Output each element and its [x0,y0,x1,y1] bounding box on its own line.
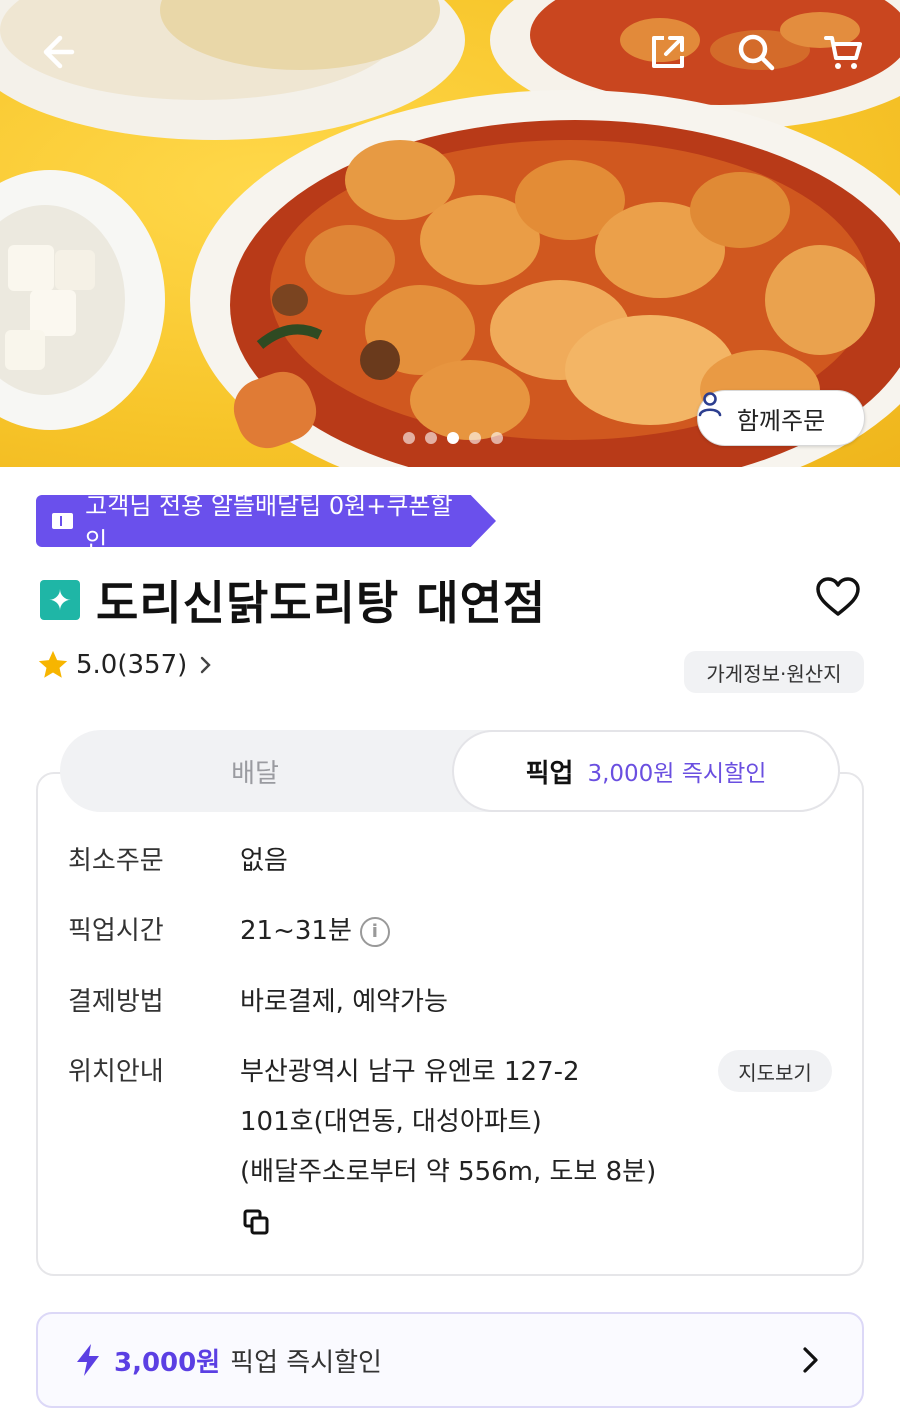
sparkle-badge-icon: ✦ [40,580,80,620]
pickup-time-value-wrap: 21~31분 i [240,906,390,956]
location-value: 부산광역시 남구 유엔로 127-2 101호(대연동, 대성아파트) (배달주… [240,1047,656,1197]
tab-pickup-label: 픽업 [525,758,574,789]
carousel-dot [469,432,481,444]
store-name: 도리신닭도리탕 대연점 [96,576,547,630]
pickup-time-value: 21~31분 [240,916,352,946]
hero-image: 함께주문 [0,0,900,467]
min-order-row: 최소주문 없음 [68,836,288,886]
cart-button[interactable] [816,24,872,80]
promo-text: 픽업 즉시할인 [230,1347,382,1378]
together-order-button[interactable]: 함께주문 [697,390,865,446]
search-icon [738,34,775,71]
location-row: 위치안내 부산광역시 남구 유엔로 127-2 101호(대연동, 대성아파트)… [68,1047,656,1197]
carousel-indicator [403,432,503,444]
order-type-tabs: 배달 픽업 3,000원 즉시할인 [60,730,840,812]
address-line2: 101호(대연동, 대성아파트) [240,1107,542,1137]
chevron-right-icon [201,656,211,674]
coupon-banner-text: 고객님 전용 알뜰배달팁 0원+쿠폰할인 [85,492,453,555]
cart-icon [824,36,862,69]
carousel-dot [425,432,437,444]
min-order-label: 최소주문 [68,846,164,876]
store-title-row: ✦ 도리신닭도리탕 대연점 [40,565,870,635]
store-info-button[interactable]: 가게정보·원산지 [684,651,864,693]
map-view-button[interactable]: 지도보기 [718,1050,832,1092]
tab-delivery-label: 배달 [231,758,279,789]
copy-icon[interactable] [242,1208,270,1236]
location-label: 위치안내 [68,1057,164,1087]
address-line1: 부산광역시 남구 유엔로 127-2 [240,1057,580,1087]
distance-text: (배달주소로부터 약 556m, 도보 8분) [240,1157,657,1187]
tab-pickup-discount: 3,000원 즉시할인 [587,761,767,787]
search-button[interactable] [728,24,784,80]
chevron-right-icon [803,1347,818,1373]
tab-delivery[interactable]: 배달 [60,730,450,812]
tab-pickup[interactable]: 픽업 3,000원 즉시할인 [452,730,840,812]
payment-label: 결제방법 [68,987,164,1017]
back-arrow-icon [43,35,75,69]
pickup-time-row: 픽업시간 21~31분 i [68,906,390,956]
carousel-dot [403,432,415,444]
coupon-banner[interactable]: 고객님 전용 알뜰배달팁 0원+쿠폰할인 [36,495,496,547]
rating-row[interactable]: 5.0(357) [36,648,217,682]
info-icon[interactable]: i [359,916,390,947]
payment-row: 결제방법 바로결제, 예약가능 [68,977,448,1027]
carousel-dot-active [447,432,459,444]
pickup-discount-banner[interactable]: 3,000원 픽업 즉시할인 [36,1312,864,1408]
person-icon [698,392,722,417]
min-order-value: 없음 [240,846,288,876]
payment-value: 바로결제, 예약가능 [240,987,448,1017]
share-button[interactable] [640,24,696,80]
carousel-dot [491,432,503,444]
together-order-label: 함께주문 [736,406,826,435]
favorite-heart-icon[interactable] [814,573,862,621]
rating-text: 5.0(357) [76,650,188,680]
lightning-icon [77,1344,99,1376]
back-button[interactable] [28,24,84,80]
ticket-icon [52,513,74,529]
star-icon [38,650,68,678]
promo-amount: 3,000원 [114,1347,221,1378]
share-icon [652,36,684,68]
pickup-time-label: 픽업시간 [68,916,164,946]
